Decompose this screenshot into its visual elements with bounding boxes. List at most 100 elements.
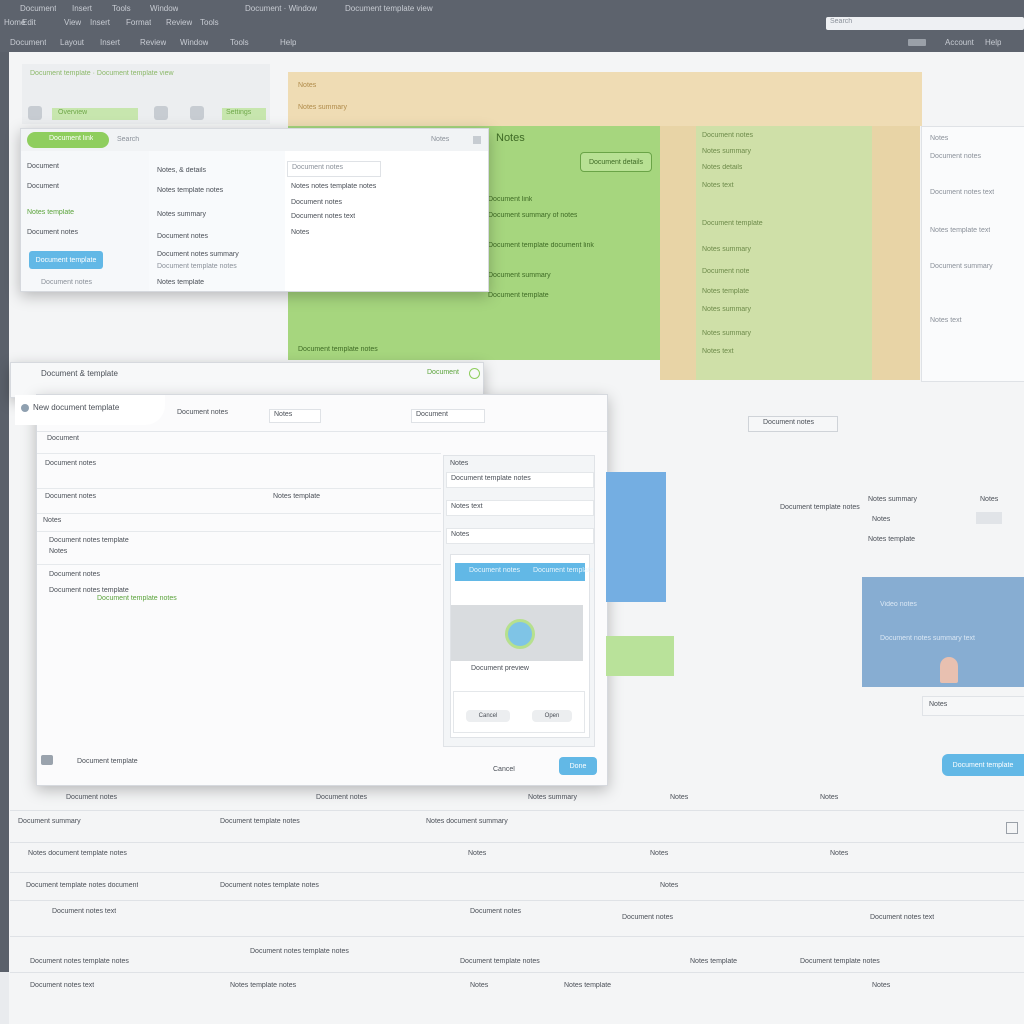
field-input[interactable]: Notes [269,409,321,423]
title-item[interactable]: Window [150,4,178,14]
filter-input[interactable]: Document [411,409,485,423]
table-row[interactable]: Notes document template notes Notes Note… [10,848,1024,862]
table-row[interactable]: Document notes template notes Document n… [10,948,1024,970]
close-icon[interactable] [1006,822,1018,834]
toolbar-item[interactable]: Tools [200,18,219,28]
table-cell: Document notes [66,794,117,801]
gear-icon[interactable] [154,106,168,120]
top-chip-label: Settings [226,109,252,116]
green-panel-button[interactable]: Document details [580,152,652,172]
menu-item[interactable]: Tools [230,38,249,48]
menu-item[interactable]: Help [985,38,1001,48]
divider [37,431,607,432]
done-button[interactable]: Done [559,757,597,775]
table-row[interactable]: Document notes text Document notes Docum… [10,906,1024,921]
search-input[interactable]: Search [826,17,1024,30]
floating-col2-item[interactable]: Document notes [157,233,208,241]
preview-bar[interactable]: Document notes Document template [455,563,594,581]
form-row[interactable]: Document notes template Notes [37,531,441,565]
menu-item[interactable]: Help [280,38,296,48]
toolbar-item[interactable]: Format [126,18,151,28]
table-row[interactable]: Document summary Document template notes… [10,816,1024,834]
close-icon[interactable] [473,136,481,144]
top-chip[interactable]: Overview [52,108,138,120]
table-row[interactable]: Document notes Document notes Notes summ… [10,792,1024,806]
form-row[interactable]: Document notes Notes template [37,487,441,514]
main-dialog-title: Document & template [41,369,118,378]
floating-col1-item[interactable]: Document [27,183,59,191]
form-row-sub: Notes [49,548,68,555]
title-item[interactable]: Document · Window [245,4,317,14]
floating-col2-item[interactable]: Document template notes [157,263,237,271]
side-item[interactable]: Notes text [446,500,594,516]
menu-item[interactable]: Window [180,38,208,48]
video-thumbnail[interactable]: Video notes Document notes summary text [862,577,1024,687]
document-icon[interactable] [28,106,42,120]
side-item[interactable]: Notes [446,528,594,544]
lower-right-label-box: Notes [922,696,1024,716]
floating-col1: Document Document Notes template Documen… [21,151,150,291]
floating-header-right[interactable]: Notes [431,136,449,144]
lower-right-tag[interactable]: Document notes [748,416,838,432]
blue-panel [606,472,666,602]
form-row-link[interactable]: Document template notes [97,595,177,603]
preview-cancel-button[interactable]: Cancel [466,710,510,722]
floating-col3-input[interactable]: Document notes [287,161,381,177]
title-item[interactable]: Insert [72,4,92,14]
floating-col2-item[interactable]: Notes template notes [157,187,223,195]
floating-col2-item[interactable]: Notes summary [157,211,206,219]
lower-right-tag-label: Document notes [763,419,814,426]
floating-tab-right[interactable]: Search [117,136,139,144]
chevron-down-icon[interactable] [976,512,1002,524]
title-item[interactable]: Document [20,4,56,14]
field-input-value: Notes [274,411,293,418]
preview-bar-label: Document notes [469,567,520,574]
share-button[interactable] [908,39,926,46]
top-chip[interactable]: Settings [222,108,266,120]
menu-item[interactable]: Document [10,38,46,48]
globe-icon[interactable] [469,368,480,379]
refresh-icon[interactable] [190,106,204,120]
table-cell: Document notes text [870,914,935,921]
menu-item[interactable]: Insert [100,38,120,48]
table-cell: Notes template notes [230,982,297,989]
table-cell: Document notes text [30,982,95,989]
title-item[interactable]: Document template view [345,4,433,14]
title-item[interactable]: Tools [112,4,131,14]
green-line: Document template notes [298,346,378,353]
orange-banner: Notes Notes summary [288,72,922,126]
floating-primary-button[interactable]: Document template [29,251,103,269]
cancel-button[interactable]: Cancel [493,766,515,774]
lower-right-button[interactable]: Document template [942,754,1024,776]
far-right-line: Document notes text [930,189,995,196]
toolbar-item[interactable]: Edit [22,18,36,28]
floating-tab[interactable]: Document link [27,132,109,148]
green-panel-title: Notes [496,132,525,144]
right-line: Notes summary [702,330,752,337]
floating-col1-item[interactable]: Document notes [27,229,78,237]
left-dock [0,52,9,972]
floating-col2-item[interactable]: Document notes summary [157,251,239,259]
toolbar-item[interactable]: Review [166,18,192,28]
menu-item[interactable]: Account [945,38,974,48]
right-line: Document notes [702,132,753,139]
menu-item[interactable]: Review [140,38,166,48]
table-row[interactable]: Document notes text Notes template notes… [10,980,1024,994]
green-line: Document summary of notes [488,212,578,219]
form-row: Document notes [37,453,441,489]
side-item[interactable]: Document template notes [446,472,594,488]
right-line: Notes summary [702,306,752,313]
preview-open-button[interactable]: Open [532,710,572,722]
right-line: Notes text [702,182,734,189]
floating-col2: Notes, & details Notes template notes No… [149,151,286,291]
toolbar-item[interactable]: Insert [90,18,110,28]
menu-item[interactable]: Layout [60,38,84,48]
globe-icon[interactable] [41,755,53,765]
toolbar-item[interactable]: View [64,18,81,28]
table-cell: Document notes template notes [250,948,349,955]
table-row[interactable]: Document template notes document Documen… [10,880,1024,894]
breadcrumb[interactable]: Document template · Document template vi… [30,70,174,78]
floating-col1-item[interactable]: Notes template [27,209,74,217]
preview-bar-right: Document template [533,567,594,574]
form-row-label[interactable]: Document notes [49,571,100,579]
